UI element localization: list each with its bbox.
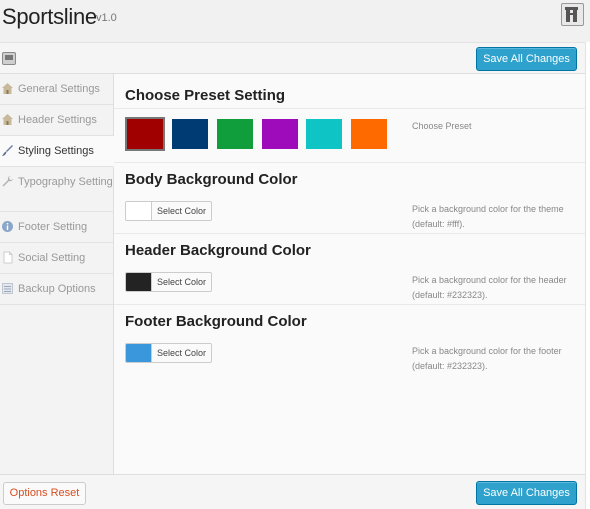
sidebar-item-social-setting[interactable]: Social Setting — [0, 243, 113, 274]
preset-swatch-orange[interactable] — [351, 119, 387, 149]
sidebar-item-typography-setting[interactable]: Typography Setting — [0, 167, 113, 212]
description-line: (default: #232323). — [412, 361, 488, 371]
preset-swatch-purple[interactable] — [262, 119, 298, 149]
preset-heading: Choose Preset Setting — [125, 87, 286, 104]
save-all-changes-button-top[interactable]: Save All Changes — [476, 47, 577, 71]
sidebar-item-label: Social Setting — [18, 252, 86, 264]
body-bg-color-picker[interactable]: Select Color — [125, 201, 212, 221]
divider — [114, 108, 585, 109]
app-title: Sportsline — [2, 4, 97, 29]
house-icon — [2, 114, 13, 125]
sidebar-item-label: Typography Setting — [18, 176, 113, 188]
select-color-button[interactable]: Select Color — [151, 344, 211, 362]
theme-logo-icon — [561, 3, 584, 26]
select-color-button[interactable]: Select Color — [151, 273, 211, 291]
footer-bg-color-chip — [126, 344, 151, 362]
preset-description: Choose Preset — [412, 121, 472, 131]
description-line: (default: #232323). — [412, 290, 488, 300]
body-bg-description: Pick a background color for the theme (d… — [412, 202, 584, 232]
paintbrush-icon — [2, 145, 13, 156]
header-bg-description: Pick a background color for the header (… — [412, 273, 584, 303]
footer-bg-description: Pick a background color for the footer (… — [412, 344, 584, 374]
preset-swatch-blue[interactable] — [172, 119, 208, 149]
body-bg-heading: Body Background Color — [125, 171, 298, 188]
info-icon — [2, 221, 13, 232]
description-line: Pick a background color for the footer — [412, 346, 562, 356]
sidebar-item-label: General Settings — [18, 83, 100, 95]
description-line: Pick a background color for the theme — [412, 204, 564, 214]
description-line: Pick a background color for the header — [412, 275, 567, 285]
footer-bg-color-picker[interactable]: Select Color — [125, 343, 212, 363]
sidebar-item-label: Footer Setting — [18, 221, 88, 233]
options-sidebar: General Settings Header Settings Styling… — [0, 74, 114, 474]
options-reset-button[interactable]: Options Reset — [3, 482, 86, 505]
header-bg-color-chip — [126, 273, 151, 291]
preset-swatch-green[interactable] — [217, 119, 253, 149]
sidebar-item-backup-options[interactable]: Backup Options — [0, 274, 113, 305]
description-line: (default: #fff). — [412, 219, 465, 229]
house-icon — [2, 83, 13, 94]
sidebar-item-styling-settings[interactable]: Styling Settings — [0, 136, 114, 167]
styling-settings-content: Choose Preset Setting Choose Preset Body… — [114, 74, 585, 474]
title-bar: Sportsline v1.0 — [0, 0, 590, 42]
sidebar-item-label: Styling Settings — [18, 145, 94, 157]
divider — [114, 162, 585, 163]
body-bg-color-chip — [126, 202, 151, 220]
divider — [114, 304, 585, 305]
app-version: v1.0 — [96, 12, 117, 24]
preset-swatch-red[interactable] — [125, 117, 165, 151]
sidebar-item-general-settings[interactable]: General Settings — [0, 74, 113, 105]
top-toolbar: Save All Changes — [0, 43, 585, 74]
sidebar-item-label: Backup Options — [18, 283, 96, 295]
wrench-icon — [2, 176, 13, 187]
sidebar-item-footer-setting[interactable]: Footer Setting — [0, 212, 113, 243]
select-color-button[interactable]: Select Color — [151, 202, 211, 220]
header-bg-heading: Header Background Color — [125, 242, 311, 259]
sidebar-item-header-settings[interactable]: Header Settings — [0, 105, 113, 136]
save-all-changes-button-bottom[interactable]: Save All Changes — [476, 481, 577, 505]
preset-swatch-cyan[interactable] — [306, 119, 342, 149]
expand-toggle-icon[interactable] — [2, 52, 16, 65]
page-icon — [3, 251, 13, 264]
footer-bg-heading: Footer Background Color — [125, 313, 307, 330]
list-icon — [2, 283, 13, 294]
sidebar-item-label: Header Settings — [18, 114, 97, 126]
options-panel: Save All Changes General Settings Header… — [0, 42, 586, 509]
header-bg-color-picker[interactable]: Select Color — [125, 272, 212, 292]
divider — [114, 233, 585, 234]
